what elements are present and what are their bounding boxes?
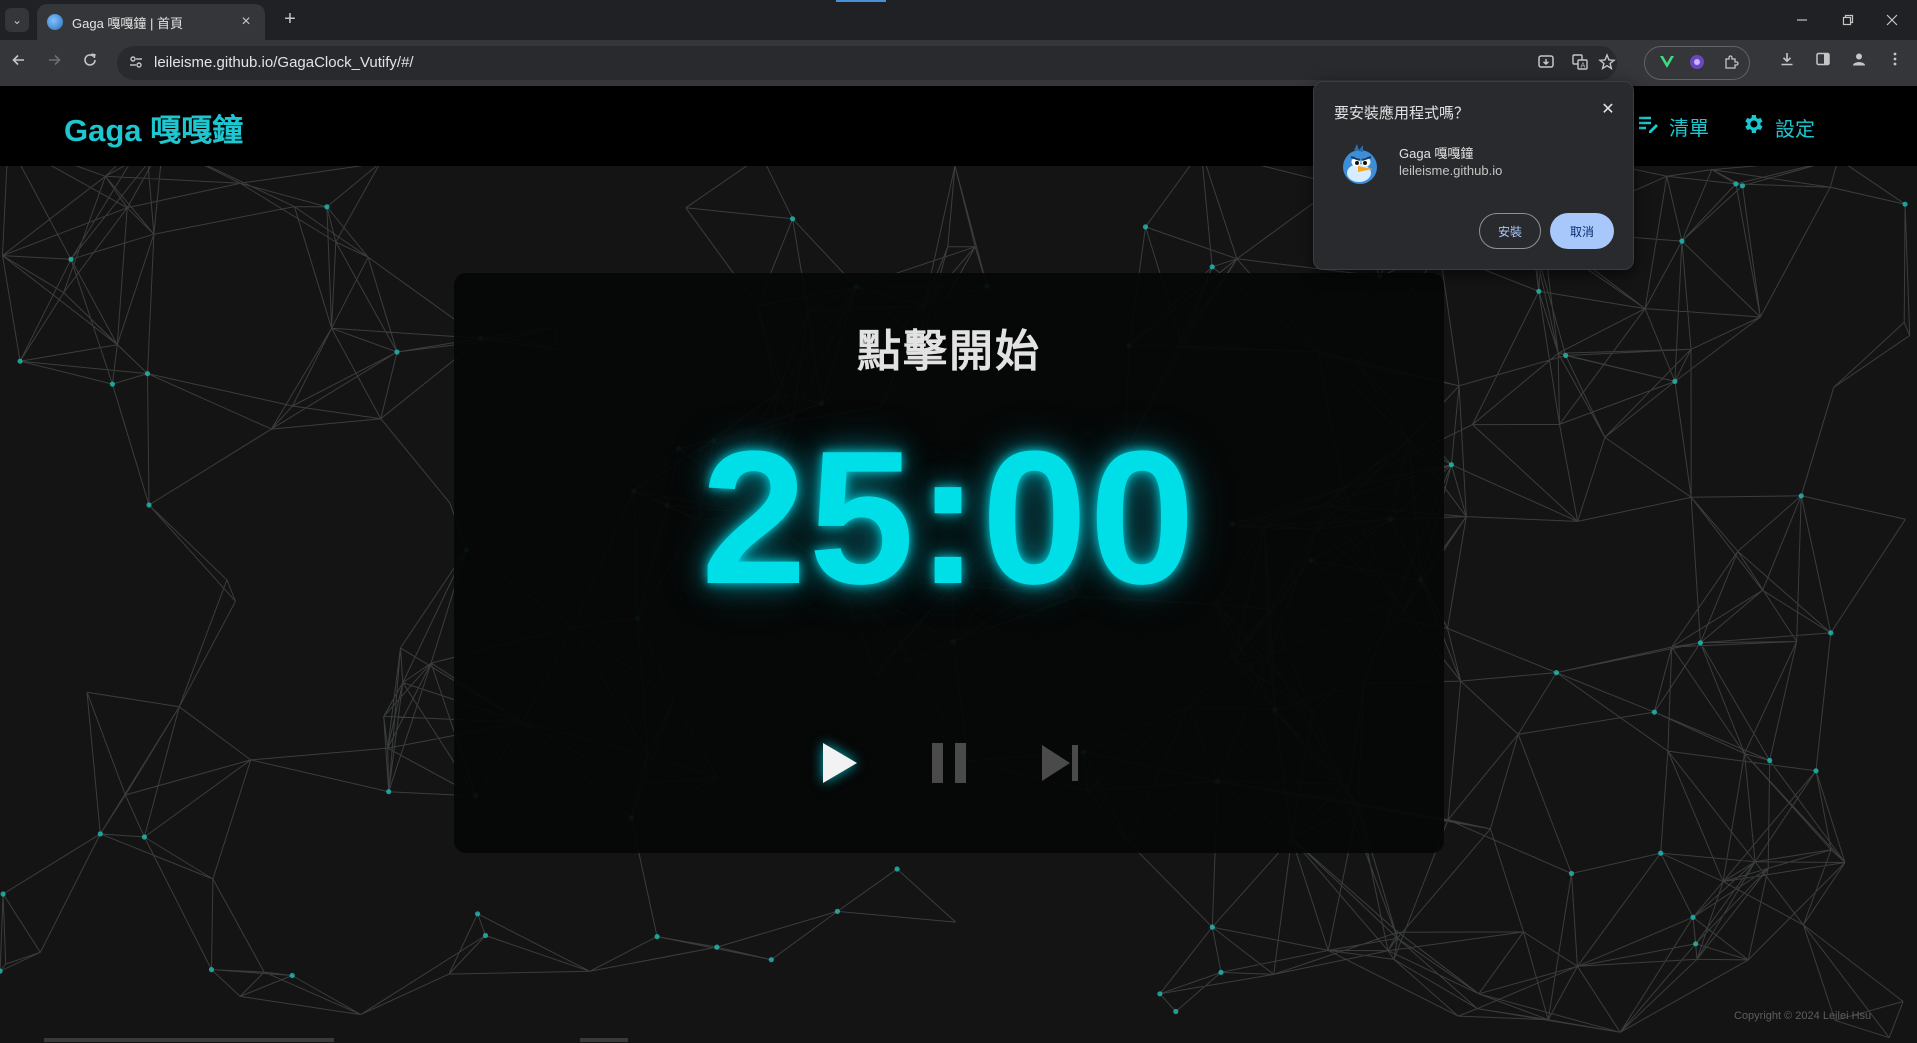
reload-button[interactable] — [78, 51, 102, 75]
skip-next-icon — [1042, 745, 1078, 781]
translate-icon[interactable]: A — [1570, 53, 1590, 73]
play-icon — [823, 743, 857, 783]
site-info-icon[interactable] — [127, 54, 145, 72]
install-dialog-title: 要安裝應用程式嗎？ — [1334, 105, 1470, 122]
restore-icon — [1842, 14, 1854, 26]
side-panel-icon[interactable] — [1811, 51, 1835, 75]
tab-title: Gaga 嘎嘎鐘 | 首頁 — [72, 15, 184, 31]
new-tab-button[interactable]: + — [278, 8, 302, 32]
nav-list-label: 清單 — [1669, 118, 1709, 140]
gear-icon — [1741, 112, 1765, 142]
nav-settings-button[interactable]: 設定 — [1741, 112, 1815, 142]
install-app-domain: leileisme.github.io — [1399, 163, 1503, 178]
scrollbar-thumb[interactable] — [580, 1038, 628, 1042]
install-button[interactable]: 安裝 — [1479, 213, 1541, 249]
playlist-edit-icon — [1637, 113, 1659, 141]
chevron-down-icon: ⌄ — [11, 13, 23, 27]
bookmark-star-icon[interactable] — [1597, 53, 1617, 73]
close-window-button[interactable] — [1870, 6, 1914, 34]
browser-toolbar: leileisme.github.io/GagaClock_Vutify/#/ … — [0, 40, 1917, 86]
profile-icon[interactable] — [1847, 51, 1871, 75]
browser-tab-bar: ⌄ Gaga 嘎嘎鐘 | 首頁 × + — [0, 0, 1917, 40]
minimize-icon — [1797, 19, 1807, 21]
nav-settings-label: 設定 — [1775, 118, 1815, 141]
close-icon[interactable]: × — [237, 13, 255, 31]
cancel-button[interactable]: 取消 — [1550, 213, 1614, 249]
nav-list-button[interactable]: 清單 — [1637, 112, 1709, 141]
address-bar[interactable]: leileisme.github.io/GagaClock_Vutify/#/ … — [117, 46, 1617, 80]
pause-icon — [932, 743, 966, 783]
minimize-button[interactable] — [1780, 6, 1824, 34]
tab-search-button[interactable]: ⌄ — [5, 8, 29, 32]
bird-app-icon — [1340, 142, 1380, 186]
extensions-group — [1644, 46, 1750, 80]
favicon-icon — [47, 14, 63, 30]
copyright-text: Copyright © 2024 Leilei Hsu — [1734, 1010, 1872, 1022]
install-app-icon[interactable] — [1536, 53, 1556, 73]
url-text: leileisme.github.io/GagaClock_Vutify/#/ — [154, 54, 414, 71]
arrow-left-icon — [12, 54, 24, 66]
forward-button[interactable] — [42, 51, 66, 75]
extension-circle-icon[interactable] — [1687, 54, 1707, 74]
close-window-icon — [1886, 14, 1898, 26]
download-icon[interactable] — [1775, 51, 1799, 75]
play-button[interactable] — [799, 723, 879, 803]
vue-devtools-icon[interactable] — [1657, 54, 1677, 74]
timer-status-text[interactable]: 點擊開始 — [454, 315, 1444, 379]
skip-button[interactable] — [1020, 723, 1100, 803]
arrow-right-icon — [49, 54, 61, 66]
tab-strip-accent — [836, 0, 886, 2]
close-icon[interactable]: ✕ — [1596, 98, 1620, 122]
restore-button[interactable] — [1826, 6, 1870, 34]
kebab-menu-icon[interactable] — [1883, 51, 1907, 75]
extensions-puzzle-icon[interactable] — [1721, 54, 1741, 74]
reload-icon — [84, 53, 96, 66]
browser-tab-active[interactable]: Gaga 嘎嘎鐘 | 首頁 × — [37, 4, 265, 40]
timer-controls — [454, 723, 1444, 803]
install-app-dialog: 要安裝應用程式嗎？ ✕ Gaga 嘎嘎鐘 leileisme.github.io… — [1313, 81, 1634, 270]
brand-title[interactable]: Gaga 嘎嘎鐘 — [64, 105, 243, 150]
timer-display[interactable]: 25:00 — [454, 423, 1444, 613]
horizontal-scrollbar[interactable] — [44, 1038, 334, 1042]
back-button[interactable] — [7, 51, 31, 75]
timer-card: 點擊開始 25:00 — [454, 273, 1444, 853]
install-app-name: Gaga 嘎嘎鐘 — [1399, 146, 1474, 161]
svg-text:A: A — [1581, 62, 1586, 70]
pause-button[interactable] — [909, 723, 989, 803]
